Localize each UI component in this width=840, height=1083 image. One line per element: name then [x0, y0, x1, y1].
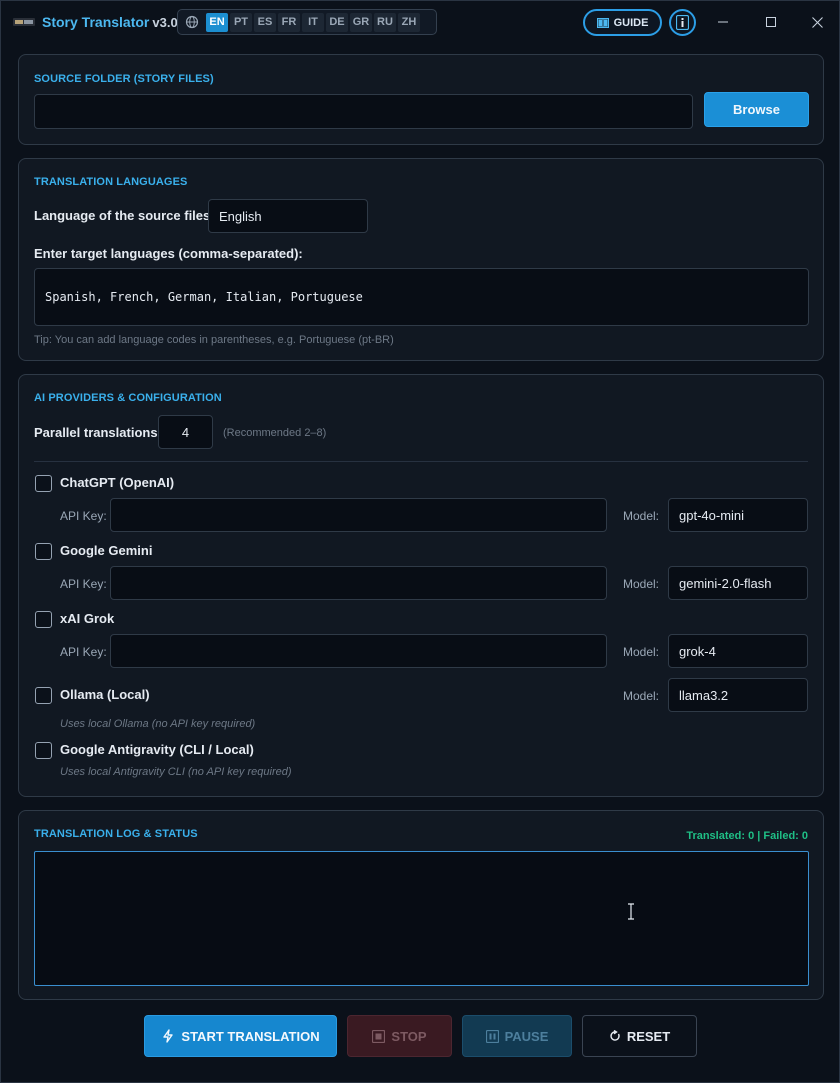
reset-button[interactable]: RESET	[582, 1015, 697, 1057]
gemini-model-label: Model:	[623, 577, 660, 591]
antigravity-checkbox[interactable]	[35, 742, 52, 759]
ui-lang-ru[interactable]: RU	[374, 12, 396, 32]
ollama-model-label: Model:	[623, 689, 660, 703]
minimize-button[interactable]	[708, 9, 738, 35]
source-folder-input[interactable]	[34, 94, 693, 129]
target-languages-label: Enter target languages (comma-separated)…	[34, 246, 303, 261]
translation-languages-title: TRANSLATION LANGUAGES	[34, 176, 188, 188]
app-window: Story Translator v3.0 EN PT ES FR IT DE G…	[0, 0, 840, 1083]
translation-languages-panel: TRANSLATION LANGUAGES Language of the so…	[18, 158, 824, 361]
ui-lang-pt[interactable]: PT	[230, 12, 252, 32]
app-logo-icon	[13, 18, 35, 26]
source-language-input[interactable]: English	[208, 199, 368, 233]
maximize-button[interactable]	[756, 9, 786, 35]
source-folder-panel: SOURCE FOLDER (STORY FILES) Browse	[18, 54, 824, 145]
providers-divider	[34, 461, 808, 462]
book-icon	[596, 17, 609, 28]
pause-button[interactable]: PAUSE	[462, 1015, 572, 1057]
stop-label: STOP	[391, 1028, 427, 1044]
info-button[interactable]	[669, 9, 696, 36]
ui-lang-it[interactable]: IT	[302, 12, 324, 32]
parallel-translations-hint: (Recommended 2–8)	[223, 427, 327, 439]
target-languages-input[interactable]: Spanish, French, German, Italian, Portug…	[34, 268, 809, 326]
stop-icon	[372, 1029, 386, 1043]
ai-providers-title: AI PROVIDERS & CONFIGURATION	[34, 392, 222, 404]
grok-model-label: Model:	[623, 645, 660, 659]
chatgpt-label: ChatGPT (OpenAI)	[60, 475, 175, 490]
ui-lang-es[interactable]: ES	[254, 12, 276, 32]
ollama-label: Ollama (Local)	[60, 687, 150, 702]
ui-lang-zh[interactable]: ZH	[398, 12, 420, 32]
close-button[interactable]	[802, 9, 832, 35]
gemini-api-key-input[interactable]	[110, 566, 607, 600]
chatgpt-checkbox[interactable]	[35, 475, 52, 492]
close-icon	[811, 16, 823, 28]
ollama-note: Uses local Ollama (no API key required)	[60, 718, 256, 730]
chatgpt-model-label: Model:	[623, 509, 660, 523]
pause-icon	[485, 1029, 499, 1043]
ollama-model-input[interactable]: llama3.2	[668, 678, 808, 712]
guide-label: GUIDE	[613, 16, 649, 29]
gemini-api-key-label: API Key:	[60, 577, 107, 591]
app-title: Story Translator v3.0	[42, 14, 178, 30]
chatgpt-api-key-label: API Key:	[60, 509, 107, 523]
chatgpt-model-input[interactable]: gpt-4o-mini	[668, 498, 808, 532]
gemini-label: Google Gemini	[60, 543, 153, 558]
translation-log-textarea[interactable]	[34, 851, 809, 986]
source-language-label: Language of the source files:	[34, 208, 215, 223]
grok-label: xAI Grok	[60, 611, 115, 626]
parallel-translations-label: Parallel translations:	[34, 425, 162, 440]
translation-status-counts: Translated: 0 | Failed: 0	[686, 830, 808, 842]
app-version: v3.0	[152, 15, 178, 30]
text-cursor-icon	[628, 903, 634, 920]
lightning-icon	[163, 1029, 174, 1043]
translation-log-panel: TRANSLATION LOG & STATUS Translated: 0 |…	[18, 810, 824, 1000]
grok-checkbox[interactable]	[35, 611, 52, 628]
ui-lang-fr[interactable]: FR	[278, 12, 300, 32]
parallel-translations-input[interactable]: 4	[158, 415, 213, 449]
antigravity-note: Uses local Antigravity CLI (no API key r…	[60, 766, 292, 778]
guide-button[interactable]: GUIDE	[583, 9, 662, 36]
ui-lang-de[interactable]: DE	[326, 12, 348, 32]
ollama-checkbox[interactable]	[35, 687, 52, 704]
grok-api-key-label: API Key:	[60, 645, 107, 659]
antigravity-label: Google Antigravity (CLI / Local)	[60, 742, 254, 757]
ui-lang-gr[interactable]: GR	[350, 12, 372, 32]
gemini-checkbox[interactable]	[35, 543, 52, 560]
grok-model-input[interactable]: grok-4	[668, 634, 808, 668]
browse-button[interactable]: Browse	[704, 92, 809, 127]
start-translation-label: START TRANSLATION	[181, 1028, 320, 1044]
stop-button[interactable]: STOP	[347, 1015, 452, 1057]
minimize-icon	[718, 21, 728, 23]
target-languages-tip: Tip: You can add language codes in paren…	[34, 334, 394, 346]
source-folder-title: SOURCE FOLDER (STORY FILES)	[34, 73, 214, 85]
info-icon	[676, 15, 689, 30]
maximize-icon	[766, 17, 776, 27]
globe-icon	[182, 12, 202, 32]
ui-language-switcher: EN PT ES FR IT DE GR RU ZH	[177, 9, 437, 35]
reset-label: RESET	[626, 1028, 671, 1044]
grok-api-key-input[interactable]	[110, 634, 607, 668]
gemini-model-input[interactable]: gemini-2.0-flash	[668, 566, 808, 600]
reset-icon	[610, 1030, 620, 1041]
app-title-text: Story Translator	[42, 14, 150, 30]
pause-label: PAUSE	[504, 1028, 549, 1044]
title-bar: Story Translator v3.0 EN PT ES FR IT DE G…	[1, 1, 839, 43]
ai-providers-panel: AI PROVIDERS & CONFIGURATION Parallel tr…	[18, 374, 824, 797]
chatgpt-api-key-input[interactable]	[110, 498, 607, 532]
translation-log-title: TRANSLATION LOG & STATUS	[34, 828, 198, 840]
ui-lang-en[interactable]: EN	[206, 12, 228, 32]
start-translation-button[interactable]: START TRANSLATION	[144, 1015, 337, 1057]
